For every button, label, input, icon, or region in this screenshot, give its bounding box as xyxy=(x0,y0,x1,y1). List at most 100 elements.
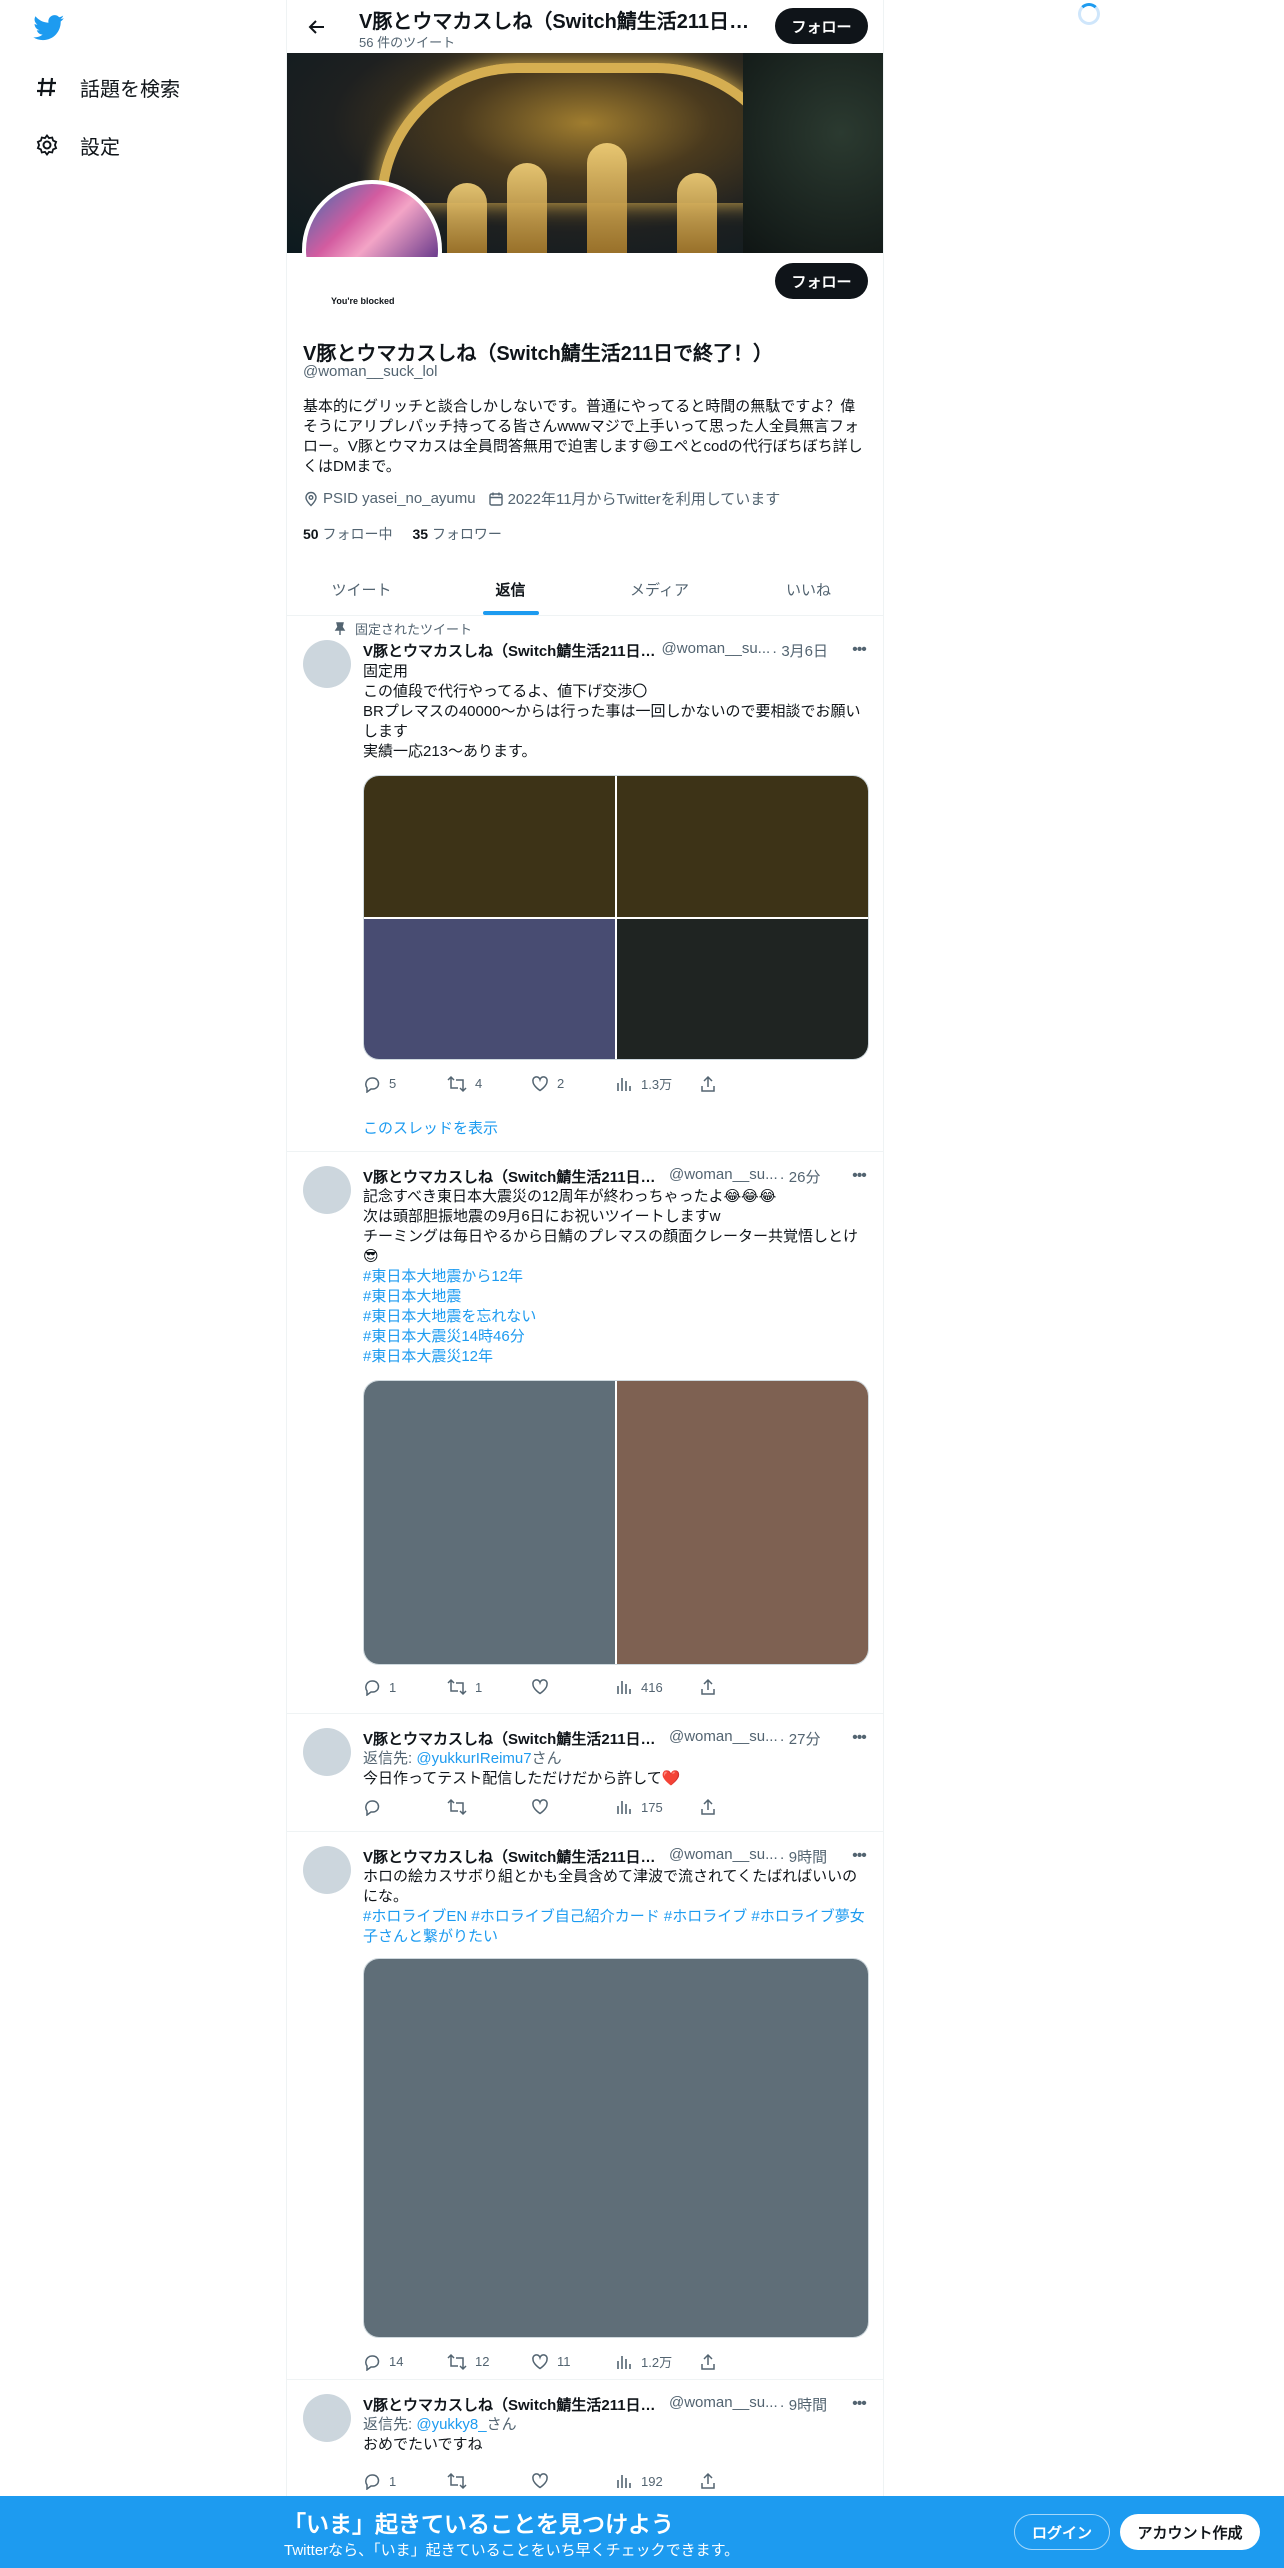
like-button[interactable] xyxy=(531,2472,615,2490)
reply-count: 5 xyxy=(389,1076,397,1091)
signup-button[interactable]: アカウント作成 xyxy=(1120,2514,1260,2550)
tweet-time[interactable]: · 9時間 xyxy=(780,1846,828,1867)
nav-settings[interactable]: 設定 xyxy=(34,125,120,165)
hashtag-link[interactable]: #東日本大震災12年 xyxy=(363,1347,869,1367)
media-image[interactable] xyxy=(617,1381,868,1664)
views-button[interactable]: 1.3万 xyxy=(615,1074,699,1093)
media-image[interactable] xyxy=(364,1959,868,2337)
tweet-author-handle[interactable]: @woman__su... xyxy=(669,2394,778,2415)
like-button[interactable]: 2 xyxy=(531,1074,615,1093)
tweet-avatar[interactable] xyxy=(303,1166,351,1214)
tweet-author-name[interactable]: V豚とウマカスしね（Switch鯖生活211日… xyxy=(363,640,656,661)
media-image[interactable] xyxy=(364,776,615,917)
retweet-button[interactable]: 1 xyxy=(447,1678,531,1696)
hashtag-links[interactable]: #ホロライブEN #ホロライブ自己紹介カード #ホロライブ #ホロライブ夢女子さ… xyxy=(363,1907,869,1947)
tab-tweets[interactable]: ツイート xyxy=(287,563,436,615)
more-options-icon[interactable]: ••• xyxy=(847,1166,871,1186)
more-options-icon[interactable]: ••• xyxy=(847,1846,871,1866)
reply-button[interactable]: 1 xyxy=(363,2472,447,2490)
share-button[interactable] xyxy=(699,1074,783,1093)
hashtag-link[interactable]: #東日本大地震 xyxy=(363,1287,869,1307)
views-button[interactable]: 175 xyxy=(615,1798,699,1816)
retweet-count: 12 xyxy=(475,2354,490,2369)
profile-follow-button[interactable]: フォロー xyxy=(775,263,868,299)
reply-to-link[interactable]: @yukkurIReimu7 xyxy=(416,1750,531,1767)
retweet-button[interactable]: 4 xyxy=(447,1074,531,1093)
hashtag-link[interactable]: #東日本大地震から12年 xyxy=(363,1267,869,1287)
view-count: 192 xyxy=(641,2473,663,2489)
retweet-button[interactable]: 12 xyxy=(447,2352,531,2371)
views-button[interactable]: 1.2万 xyxy=(615,2352,699,2371)
twitter-logo-icon[interactable] xyxy=(33,15,65,41)
tweet-author-name[interactable]: V豚とウマカスしね（Switch鯖生活211日で… xyxy=(363,1166,663,1187)
tweet-author-name[interactable]: V豚とウマカスしね（Switch鯖生活211日で… xyxy=(363,2394,663,2415)
nav-settings-label: 設定 xyxy=(80,136,120,159)
followers-count-link[interactable]: 35 フォロワー xyxy=(412,524,501,544)
profile-location: PSID yasei_no_ayumu xyxy=(303,490,476,507)
share-button[interactable] xyxy=(699,1798,783,1816)
hashtag-link[interactable]: #東日本大震災14時46分 xyxy=(363,1327,869,1347)
tweet-header: V豚とウマカスしね（Switch鯖生活211日… @woman__su... ·… xyxy=(363,640,869,661)
tweet-avatar[interactable] xyxy=(303,640,351,688)
tweet-author-handle[interactable]: @woman__su... xyxy=(669,1166,778,1187)
tweet-avatar[interactable] xyxy=(303,1728,351,1776)
more-options-icon[interactable]: ••• xyxy=(847,2394,871,2414)
reply-button[interactable]: 14 xyxy=(363,2352,447,2371)
more-options-icon[interactable]: ••• xyxy=(847,1728,871,1748)
retweet-button[interactable] xyxy=(447,2472,531,2490)
tab-likes[interactable]: いいね xyxy=(734,563,883,615)
media-image[interactable] xyxy=(617,918,868,1059)
tweet-time[interactable]: · 9時間 xyxy=(780,2394,828,2415)
reply-count: 14 xyxy=(389,2354,404,2369)
tweet-text: 固定用 この値段で代行やってるよ、値下げ交渉〇 BRプレマスの40000〜からは… xyxy=(363,662,869,762)
views-button[interactable]: 192 xyxy=(615,2472,699,2490)
heart-icon xyxy=(532,2473,548,2489)
tweet-time[interactable]: · 26分 xyxy=(780,1166,821,1187)
share-button[interactable] xyxy=(699,2352,783,2371)
media-image[interactable] xyxy=(364,918,615,1059)
like-button[interactable] xyxy=(531,1798,615,1816)
tweet-author-name[interactable]: V豚とウマカスしね（Switch鯖生活211日で… xyxy=(363,1728,663,1749)
tweet[interactable]: V豚とウマカスしね（Switch鯖生活211日… @woman__su... ·… xyxy=(287,616,883,1152)
share-button[interactable] xyxy=(699,1678,783,1696)
reply-button[interactable] xyxy=(363,1798,447,1816)
more-options-icon[interactable]: ••• xyxy=(847,640,871,660)
like-button[interactable]: 11 xyxy=(531,2352,615,2371)
share-icon xyxy=(701,2472,715,2489)
login-button[interactable]: ログイン xyxy=(1014,2514,1110,2550)
reply-to-link[interactable]: @yukky8_ xyxy=(416,2416,486,2433)
tweet-time[interactable]: · 3月6日 xyxy=(772,640,828,661)
tweet[interactable]: V豚とウマカスしね（Switch鯖生活211日で… @woman__su... … xyxy=(287,1832,883,2380)
show-thread-link[interactable]: このスレッドを表示 xyxy=(363,1117,498,1138)
views-button[interactable]: 416 xyxy=(615,1678,699,1696)
media-image[interactable] xyxy=(364,1381,615,1664)
share-button[interactable] xyxy=(699,2472,783,2490)
heart-icon xyxy=(532,1799,548,1815)
tweet-author-handle[interactable]: @woman__su... xyxy=(669,1728,778,1749)
like-button[interactable] xyxy=(531,1678,615,1696)
reply-button[interactable]: 5 xyxy=(363,1074,447,1093)
back-button[interactable] xyxy=(301,11,333,43)
tweet-author-handle[interactable]: @woman__su... xyxy=(662,640,771,661)
tweet-author-name[interactable]: V豚とウマカスしね（Switch鯖生活211日で… xyxy=(363,1846,663,1867)
media-image[interactable] xyxy=(617,776,868,917)
tweet[interactable]: V豚とウマカスしね（Switch鯖生活211日で… @woman__su... … xyxy=(287,1152,883,1714)
nav-explore[interactable]: 話題を検索 xyxy=(34,67,180,107)
tweet-avatar[interactable] xyxy=(303,1846,351,1894)
reply-icon xyxy=(365,2354,380,2371)
tab-media[interactable]: メディア xyxy=(585,563,734,615)
retweet-button[interactable] xyxy=(447,1798,531,1816)
following-count-link[interactable]: 50 フォロー中 xyxy=(303,524,392,544)
header-tweet-count: 56 件のツイート xyxy=(359,35,456,50)
analytics-icon xyxy=(617,1681,631,1694)
tweet[interactable]: V豚とウマカスしね（Switch鯖生活211日で… @woman__su... … xyxy=(287,2380,883,2496)
banner-tree-decoration xyxy=(743,53,883,253)
header-follow-button[interactable]: フォロー xyxy=(775,8,868,44)
tweet-time[interactable]: · 27分 xyxy=(780,1728,821,1749)
tab-replies[interactable]: 返信 xyxy=(436,563,585,615)
reply-button[interactable]: 1 xyxy=(363,1678,447,1696)
tweet-author-handle[interactable]: @woman__su... xyxy=(669,1846,778,1867)
tweet[interactable]: V豚とウマカスしね（Switch鯖生活211日で… @woman__su... … xyxy=(287,1714,883,1832)
hashtag-link[interactable]: #東日本大地震を忘れない xyxy=(363,1307,869,1327)
tweet-avatar[interactable] xyxy=(303,2394,351,2442)
